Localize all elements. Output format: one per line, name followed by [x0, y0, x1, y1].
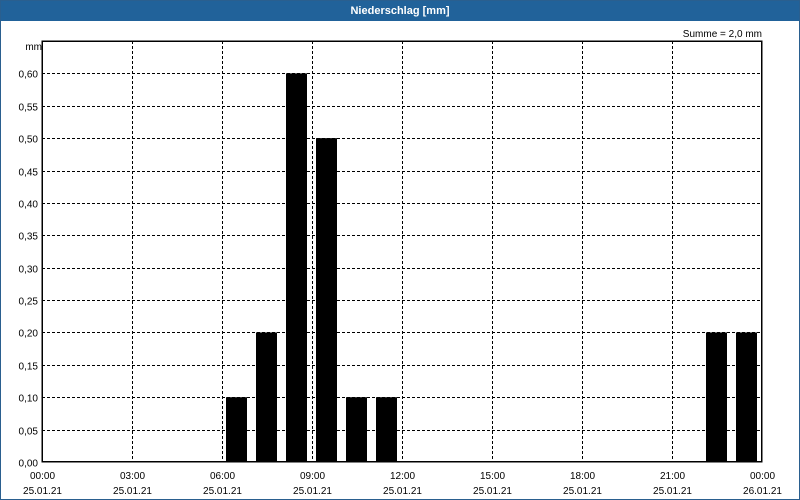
precipitation-bar: [376, 397, 397, 462]
precipitation-bar: [316, 138, 337, 462]
chart-window: Niederschlag [mm] mm Summe = 2,0 mm 0,00…: [0, 0, 800, 500]
y-tick-label: 0,30: [19, 265, 39, 276]
y-tick-label: 0,60: [19, 70, 39, 81]
x-tick-time-label: 06:00: [210, 471, 235, 482]
y-tick-label: 0,25: [19, 297, 39, 308]
precipitation-bar: [346, 397, 367, 462]
x-tick-time-label: 03:00: [120, 471, 145, 482]
x-tick-time-label: 12:00: [390, 471, 415, 482]
x-tick-date-label: 25.01.21: [203, 486, 242, 497]
y-tick-label: 0,45: [19, 168, 39, 179]
precipitation-bar: [256, 332, 277, 462]
x-tick-date-label: 25.01.21: [113, 486, 152, 497]
y-tick-label: 0,35: [19, 232, 39, 243]
x-tick-time-label: 09:00: [300, 471, 325, 482]
x-tick-date-label: 26.01.21: [743, 486, 782, 497]
precipitation-bar: [706, 332, 727, 462]
x-tick-time-label: 21:00: [660, 471, 685, 482]
y-tick-label: 0,20: [19, 329, 39, 340]
x-tick-date-label: 25.01.21: [293, 486, 332, 497]
precipitation-bar: [226, 397, 247, 462]
x-tick-time-label: 18:00: [570, 471, 595, 482]
y-tick-label: 0,40: [19, 200, 39, 211]
x-tick-date-label: 25.01.21: [653, 486, 692, 497]
precipitation-chart: mm Summe = 2,0 mm 0,00 0,05 0,10 0,15 0,20 0,…: [19, 29, 783, 497]
grid-layer: [41, 40, 763, 463]
precipitation-bar: [736, 332, 757, 462]
x-tick-date-label: 25.01.21: [383, 486, 422, 497]
y-tick-label: 0,10: [19, 394, 39, 405]
precipitation-bar: [286, 73, 307, 462]
x-tick-date-label: 25.01.21: [563, 486, 602, 497]
y-tick-label: 0,55: [19, 103, 39, 114]
y-tick-label: 0,00: [19, 459, 39, 470]
x-tick-date-label: 25.01.21: [473, 486, 512, 497]
x-tick-time-label: 00:00: [30, 471, 55, 482]
sum-annotation: Summe = 2,0 mm: [683, 29, 762, 40]
y-tick-label: 0,05: [19, 427, 39, 438]
y-axis-label: mm: [25, 42, 42, 53]
x-tick-time-label: 00:00: [750, 471, 775, 482]
y-tick-label: 0,50: [19, 135, 39, 146]
y-tick-label: 0,15: [19, 362, 39, 373]
x-tick-time-label: 15:00: [480, 471, 505, 482]
x-tick-date-label: 25.01.21: [23, 486, 62, 497]
